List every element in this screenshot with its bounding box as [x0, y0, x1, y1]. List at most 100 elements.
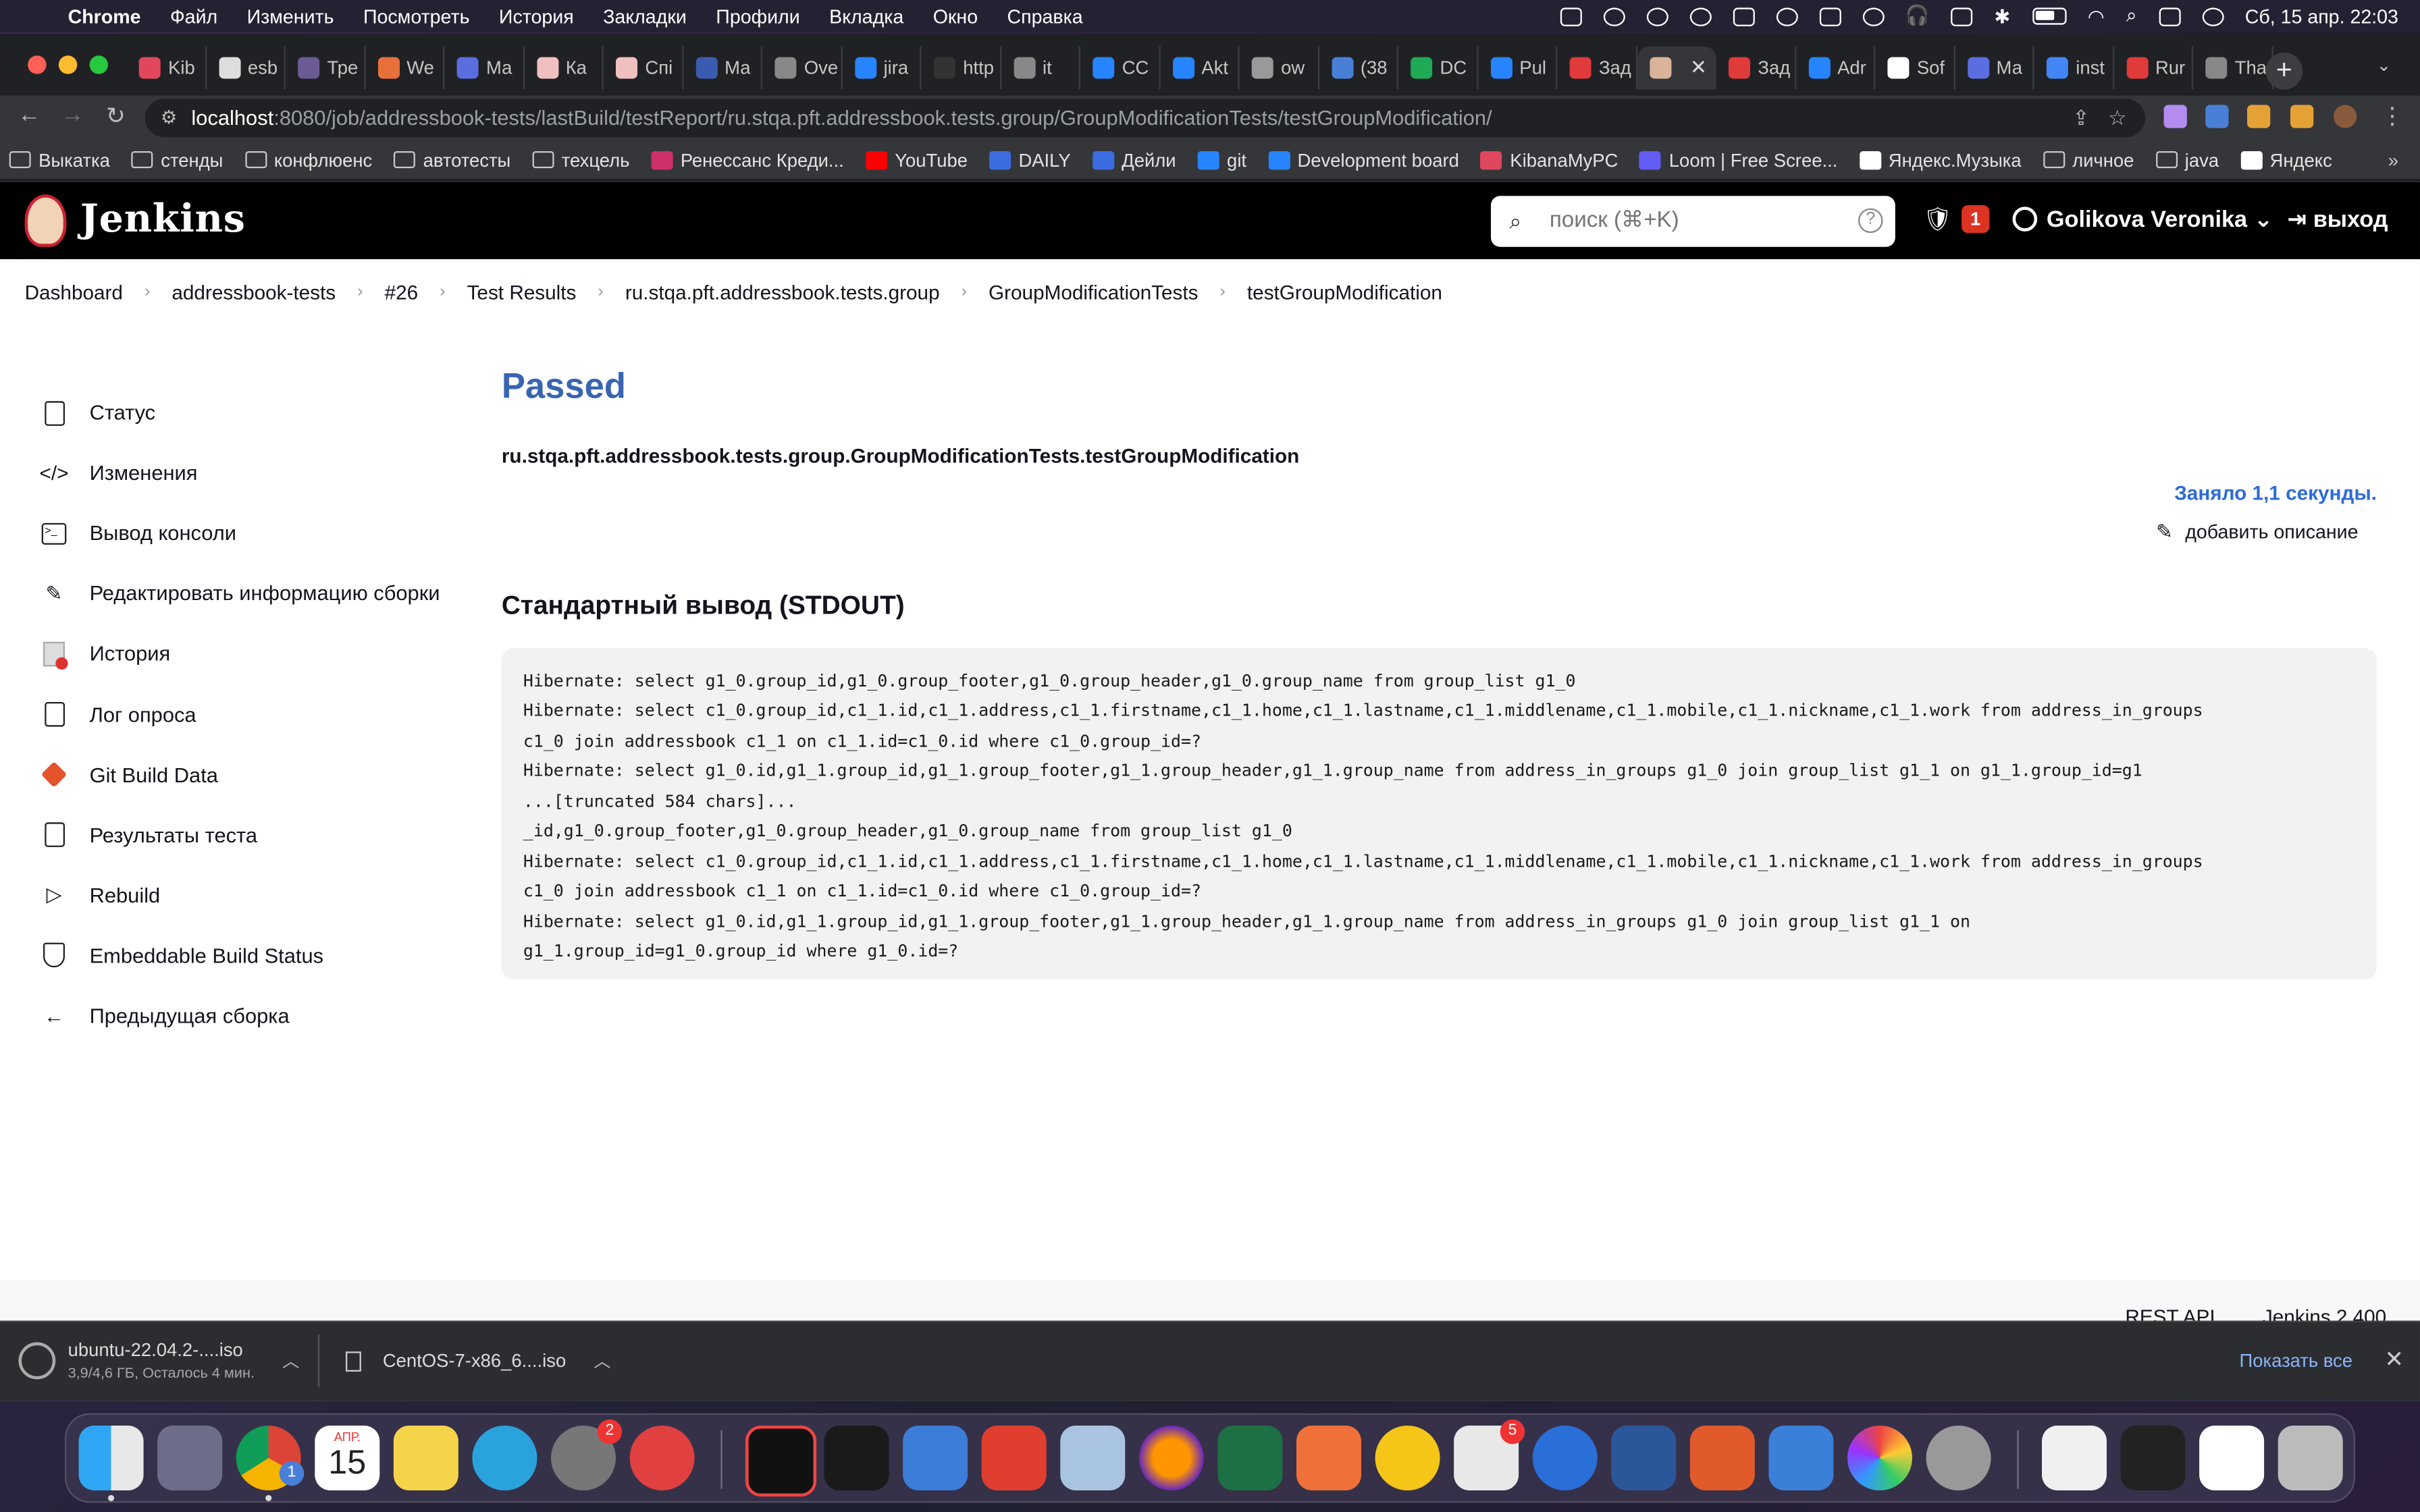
sidebar-item[interactable]: Результаты теста: [40, 805, 440, 865]
browser-tab[interactable]: it: [1001, 46, 1080, 90]
vpn-icon[interactable]: [1732, 7, 1754, 26]
jenkins-logo-icon[interactable]: [24, 194, 67, 247]
shazam-icon[interactable]: [1689, 7, 1711, 26]
menu-window[interactable]: Окно: [933, 5, 978, 27]
preview-icon[interactable]: [1060, 1425, 1126, 1490]
browser-tab[interactable]: Тре: [286, 46, 365, 90]
browser-tab[interactable]: Ма: [1955, 46, 2034, 90]
menu-app-chrome[interactable]: Chrome: [68, 5, 141, 27]
bookmark-item[interactable]: DAILY: [989, 149, 1071, 171]
zoom-window-button[interactable]: [89, 55, 108, 74]
telegram-icon[interactable]: [472, 1425, 537, 1490]
sidecar-icon[interactable]: [1559, 7, 1581, 26]
user-menu[interactable]: Golikova Veronika ⌄: [2012, 205, 2273, 233]
input-source-icon[interactable]: [1951, 7, 1973, 26]
menu-bookmarks[interactable]: Закладки: [603, 5, 687, 27]
utility-icon[interactable]: [1926, 1425, 1991, 1490]
bookmark-star-icon[interactable]: ☆: [2108, 99, 2127, 137]
terminal-icon[interactable]: [824, 1425, 889, 1490]
headphones-icon[interactable]: 🎧: [1905, 5, 1930, 28]
control-center-icon[interactable]: [2158, 7, 2180, 26]
new-tab-button[interactable]: +: [2265, 52, 2303, 90]
bookmark-item[interactable]: стенды: [131, 149, 223, 171]
extension-pen-icon[interactable]: [2163, 105, 2187, 128]
site-info-icon[interactable]: ⚙: [161, 99, 178, 137]
bookmark-item[interactable]: Дейли: [1092, 149, 1176, 171]
launchpad-icon[interactable]: [157, 1425, 223, 1490]
breadcrumb-item[interactable]: #26: [385, 280, 419, 303]
breadcrumb-item[interactable]: ru.stqa.pft.addressbook.tests.group: [625, 280, 940, 303]
browser-tab[interactable]: DC: [1398, 46, 1478, 90]
bookmark-item[interactable]: YouTube: [865, 149, 968, 171]
browser-tab[interactable]: esb: [206, 46, 286, 90]
breadcrumb-item[interactable]: Test Results: [467, 280, 577, 303]
pencil-app-icon[interactable]: [1296, 1425, 1361, 1490]
sidebar-item[interactable]: Git Build Data: [40, 745, 440, 805]
sidebar-item[interactable]: </> Изменения: [40, 443, 440, 503]
docker-icon[interactable]: [903, 1425, 968, 1490]
side-panel-icon[interactable]: [2290, 105, 2314, 128]
chatgpt-icon[interactable]: [1375, 1425, 1440, 1490]
menu-history[interactable]: История: [499, 5, 574, 27]
bookmark-item[interactable]: git: [1197, 149, 1246, 171]
download-item-centos[interactable]: CentOS-7-x86_6....iso ︿: [345, 1322, 611, 1399]
address-bar[interactable]: ⚙ localhost:8080/job/addressbook-tests/l…: [144, 99, 2146, 138]
close-window-button[interactable]: [28, 55, 47, 74]
menu-edit[interactable]: Изменить: [247, 5, 334, 27]
browser-tab[interactable]: We: [365, 46, 445, 90]
app-status-icon[interactable]: [1775, 7, 1797, 26]
logout-link[interactable]: ⇥ выход: [2287, 205, 2388, 233]
remote-desktop-icon[interactable]: [1768, 1425, 1834, 1490]
add-description-link[interactable]: ✎ добавить описание: [2156, 520, 2359, 545]
siri-icon[interactable]: [2201, 7, 2224, 26]
search-box[interactable]: ⌕ ?: [1490, 196, 1895, 247]
browser-tab[interactable]: ✕: [1636, 46, 1716, 90]
battery-icon[interactable]: [2032, 7, 2066, 25]
browser-tab[interactable]: http: [922, 46, 1001, 90]
close-tab-icon[interactable]: ✕: [1690, 55, 1707, 80]
sidebar-item[interactable]: ▷ Rebuild: [40, 865, 440, 925]
bookmark-item[interactable]: Loom | Free Scree...: [1639, 149, 1837, 171]
browser-tab[interactable]: inst: [2034, 46, 2114, 90]
sidebar-item[interactable]: Статус: [40, 383, 440, 443]
breadcrumb-item[interactable]: GroupModificationTests: [989, 280, 1198, 303]
back-arrow-icon[interactable]: ←: [14, 102, 45, 128]
bookmark-item[interactable]: java: [2155, 149, 2219, 171]
bookmark-item[interactable]: Development board: [1268, 149, 1459, 171]
sidebar-item[interactable]: ✎ Редактировать информацию сборки: [40, 564, 440, 624]
share-icon[interactable]: ⇪: [2072, 99, 2090, 137]
cloud-icon[interactable]: [1602, 7, 1625, 26]
color-wheel-icon[interactable]: [1847, 1425, 1912, 1490]
browser-tab[interactable]: jira: [842, 46, 922, 90]
notes-icon[interactable]: [393, 1425, 458, 1490]
chevron-up-icon[interactable]: ︿: [594, 1349, 610, 1374]
bookmark-item[interactable]: Яндекс.Музыка: [1859, 149, 2022, 171]
bookmark-item[interactable]: Ренессанс Креди...: [651, 149, 844, 171]
chevron-up-icon[interactable]: ︿: [282, 1349, 299, 1374]
browser-tab[interactable]: (38: [1319, 46, 1398, 90]
browser-tab[interactable]: Спі: [604, 46, 683, 90]
menu-view[interactable]: Посмотреть: [363, 5, 470, 27]
bookmark-item[interactable]: Выкатка: [9, 149, 110, 171]
search-input[interactable]: [1546, 207, 1831, 235]
tab-search-chevron-icon[interactable]: ⌄: [2377, 55, 2391, 76]
calendar-icon[interactable]: АПР. 15: [315, 1425, 380, 1490]
browser-tab[interactable]: Ove: [762, 46, 842, 90]
git-client-icon[interactable]: [1689, 1425, 1755, 1490]
bookmark-item[interactable]: конфлюенс: [244, 149, 372, 171]
browser-tab[interactable]: Sof: [1875, 46, 1955, 90]
extensions-puzzle-icon[interactable]: [2246, 105, 2271, 128]
jenkins-title[interactable]: Jenkins: [80, 196, 246, 240]
screenshot-thumbnail-icon[interactable]: [2199, 1425, 2265, 1490]
browser-tab[interactable]: Kib: [126, 46, 207, 90]
show-all-downloads-link[interactable]: Показать все: [2240, 1350, 2352, 1372]
messenger-icon[interactable]: [629, 1425, 695, 1490]
bookmark-item[interactable]: автотесты: [394, 149, 510, 171]
browser-tab[interactable]: Зад: [1716, 46, 1796, 90]
menu-profiles[interactable]: Профили: [716, 5, 799, 27]
bookmark-item[interactable]: личное: [2043, 149, 2134, 171]
document-stack-icon[interactable]: [2041, 1425, 2107, 1490]
sidebar-item[interactable]: Embeddable Build Status: [40, 925, 440, 986]
browser-tab[interactable]: CC: [1080, 46, 1160, 90]
menu-file[interactable]: Файл: [170, 5, 217, 27]
